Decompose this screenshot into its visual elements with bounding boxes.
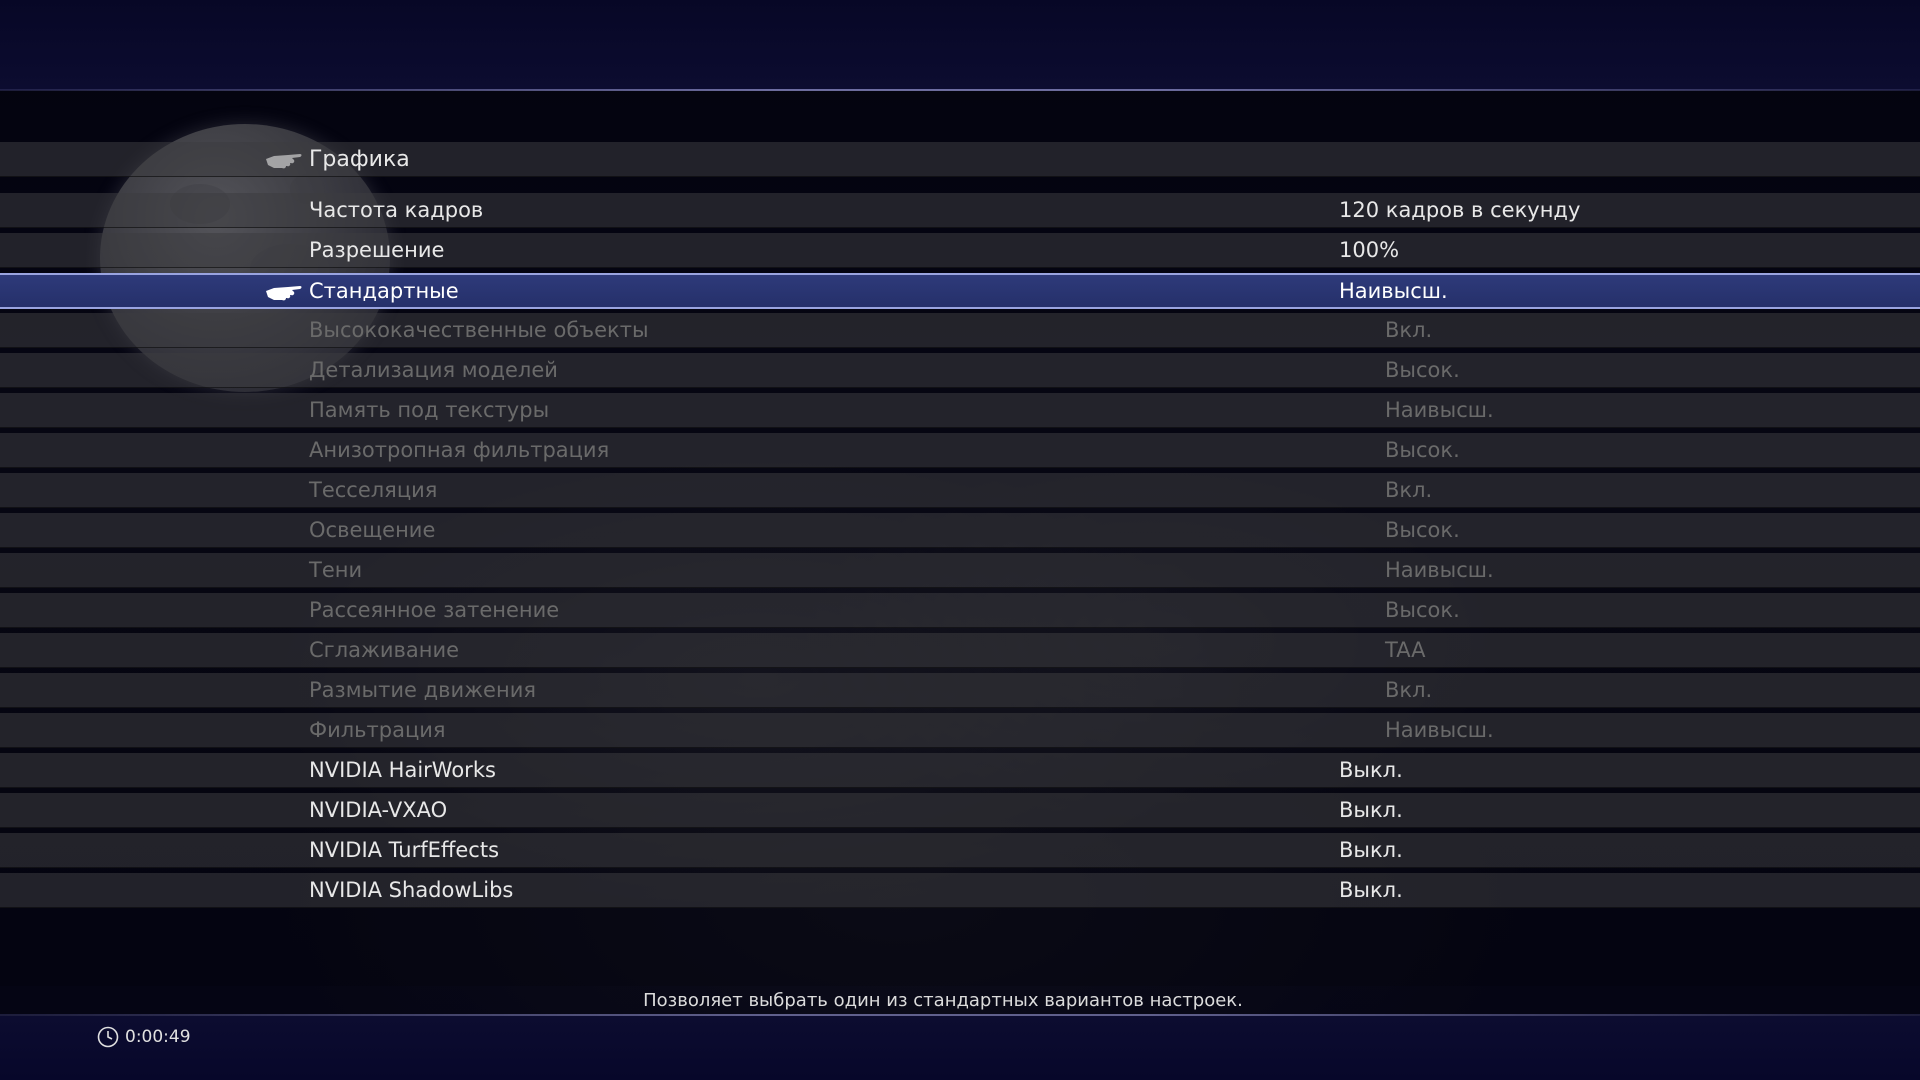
setting-label: Высококачественные объекты [309,318,649,342]
setting-value: Вкл. [1385,318,1433,342]
setting-value: TAA [1385,638,1426,662]
setting-value: Высок. [1385,438,1460,462]
hand-pointer-icon [266,286,302,301]
setting-value: Выкл. [1339,878,1403,902]
setting-row-motion-blur: Размытие движения Вкл. [0,673,1920,708]
setting-row-model-detail: Детализация моделей Высок. [0,353,1920,388]
setting-label: Сглаживание [309,638,460,662]
setting-value: Наивысш. [1385,398,1494,422]
setting-value: 120 кадров в секунду [1339,198,1581,222]
timer-text: 0:00:49 [125,1027,191,1047]
setting-label: Рассеянное затенение [309,598,560,622]
clock-icon [97,1026,119,1048]
help-bar: Позволяет выбрать один из стандартных ва… [0,986,1920,1014]
help-text: Позволяет выбрать один из стандартных ва… [643,990,1243,1011]
setting-label: NVIDIA ShadowLibs [309,878,514,902]
setting-row-resolution[interactable]: Разрешение 100% [0,233,1920,268]
setting-row-hq-objects: Высококачественные объекты Вкл. [0,313,1920,348]
setting-label: Освещение [309,518,436,542]
setting-value: Выкл. [1339,758,1403,782]
setting-label: Фильтрация [309,718,446,742]
section-title: Графика [309,147,410,172]
setting-value: Наивысш. [1339,279,1448,303]
setting-row-texture-memory: Память под текстуры Наивысш. [0,393,1920,428]
setting-value: Высок. [1385,518,1460,542]
setting-row-tessellation: Тесселяция Вкл. [0,473,1920,508]
setting-value: Высок. [1385,358,1460,382]
setting-row-shadows: Тени Наивысш. [0,553,1920,588]
setting-label: Частота кадров [309,198,484,222]
setting-row-vxao[interactable]: NVIDIA-VXAO Выкл. [0,793,1920,828]
setting-value: Наивысш. [1385,718,1494,742]
hand-pointer-icon [266,154,302,169]
setting-value: 100% [1339,238,1400,262]
setting-label: Размытие движения [309,678,536,702]
setting-row-lighting: Освещение Высок. [0,513,1920,548]
setting-value: Вкл. [1385,678,1433,702]
bottom-band [0,1016,1920,1080]
setting-label: NVIDIA HairWorks [309,758,496,782]
setting-label: Детализация моделей [309,358,558,382]
setting-label: Память под текстуры [309,398,550,422]
setting-label: Разрешение [309,238,445,262]
setting-label: Тесселяция [309,478,438,502]
setting-label: NVIDIA-VXAO [309,798,448,822]
top-band [0,0,1920,90]
setting-row-turfeffects[interactable]: NVIDIA TurfEffects Выкл. [0,833,1920,868]
setting-value: Высок. [1385,598,1460,622]
setting-value: Выкл. [1339,798,1403,822]
settings-screen: Графика Частота кадров 120 кадров в секу… [0,0,1920,1080]
setting-label: NVIDIA TurfEffects [309,838,500,862]
play-timer: 0:00:49 [97,1024,191,1050]
setting-label: Тени [309,558,363,582]
setting-row-ambient-occlusion: Рассеянное затенение Высок. [0,593,1920,628]
setting-label: Стандартные [309,279,459,303]
setting-value: Вкл. [1385,478,1433,502]
setting-row-filtering: Фильтрация Наивысш. [0,713,1920,748]
setting-value: Выкл. [1339,838,1403,862]
setting-value: Наивысш. [1385,558,1494,582]
setting-row-hairworks[interactable]: NVIDIA HairWorks Выкл. [0,753,1920,788]
setting-row-shadowlibs[interactable]: NVIDIA ShadowLibs Выкл. [0,873,1920,908]
setting-row-anisotropic: Анизотропная фильтрация Высок. [0,433,1920,468]
setting-label: Анизотропная фильтрация [309,438,610,462]
setting-row-anti-aliasing: Сглаживание TAA [0,633,1920,668]
setting-row-frame-rate[interactable]: Частота кадров 120 кадров в секунду [0,193,1920,228]
